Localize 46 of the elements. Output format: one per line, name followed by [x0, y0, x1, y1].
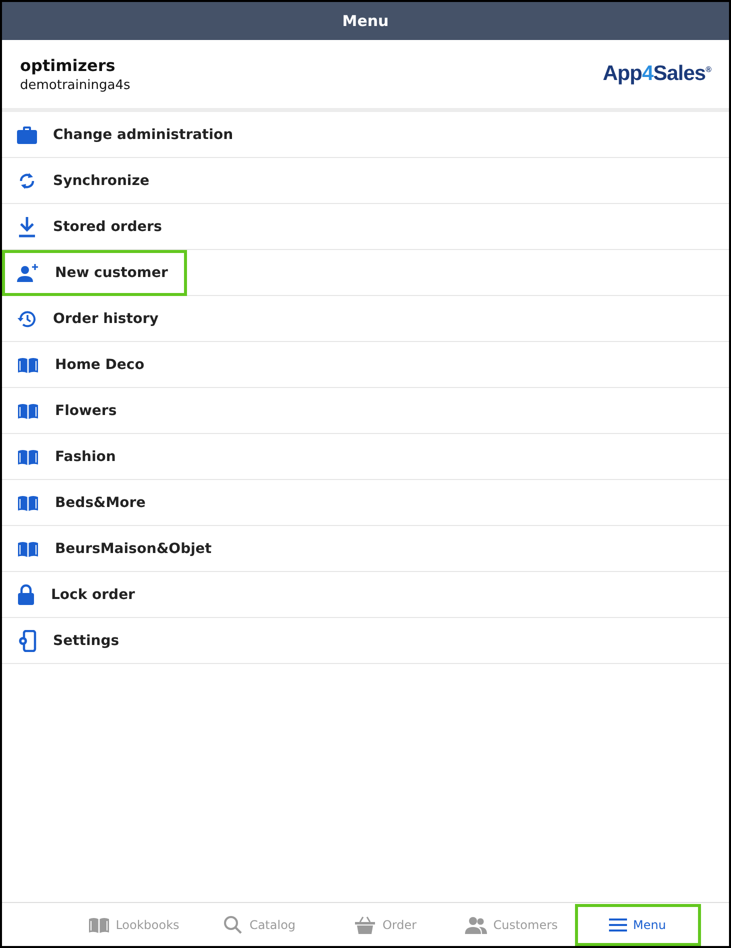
menu-item-label: Fashion — [55, 448, 116, 464]
menu-item[interactable]: Settings — [2, 618, 138, 664]
search-icon — [223, 914, 244, 934]
open-book-icon — [88, 916, 110, 934]
account-user: demotraininga4s — [20, 78, 130, 92]
menu-item-label: New customer — [55, 264, 168, 280]
title-bar-text: Menu — [342, 12, 389, 30]
open-book-icon — [17, 402, 39, 420]
menu-item-label: Stored orders — [53, 218, 162, 234]
menu-item[interactable]: Order history — [2, 296, 178, 342]
menu-item-label: Home Deco — [55, 356, 144, 372]
menu-icon — [609, 918, 628, 932]
menu-item[interactable]: New customer — [2, 250, 187, 296]
menu-item-label: BeursMaison&Objet — [55, 540, 212, 556]
people-icon — [465, 916, 488, 934]
menu-item-label: Order history — [53, 310, 159, 326]
history-icon — [17, 308, 37, 328]
menu-item[interactable]: Fashion — [2, 434, 135, 480]
menu-item[interactable]: Beds&More — [2, 480, 165, 526]
basket-icon — [354, 914, 376, 934]
account-name: optimizers — [20, 56, 116, 74]
download-icon — [17, 216, 37, 238]
open-book-icon — [17, 356, 39, 374]
open-book-icon — [17, 448, 39, 466]
menu-item-label: Settings — [53, 632, 120, 648]
menu-item[interactable]: Stored orders — [2, 204, 181, 250]
tab[interactable]: Menu — [574, 904, 700, 946]
menu-item-label: Change administration — [53, 126, 234, 142]
menu-item-label: Flowers — [55, 402, 117, 418]
logo: App4Sales$^{®}$ — [602, 62, 711, 86]
menu-item-label: Beds&More — [55, 494, 146, 510]
menu-item[interactable]: BeursMaison&Objet — [2, 526, 231, 572]
menu-item-label: Lock order — [51, 586, 135, 602]
menu-item-label: Synchronize — [53, 172, 150, 188]
briefcase-icon — [17, 126, 37, 144]
menu-item[interactable]: Change administration — [2, 112, 252, 158]
menu-item[interactable]: Home Deco — [2, 342, 164, 388]
lock-icon — [17, 584, 35, 606]
menu-item[interactable]: Synchronize — [2, 158, 168, 204]
menu-item[interactable]: Flowers — [2, 388, 136, 434]
sync-icon — [17, 170, 37, 190]
add-person-icon — [17, 262, 39, 282]
open-book-icon — [17, 494, 39, 512]
open-book-icon — [17, 540, 39, 558]
phone-gear-icon — [17, 630, 37, 652]
menu-item[interactable]: Lock order — [2, 572, 154, 618]
